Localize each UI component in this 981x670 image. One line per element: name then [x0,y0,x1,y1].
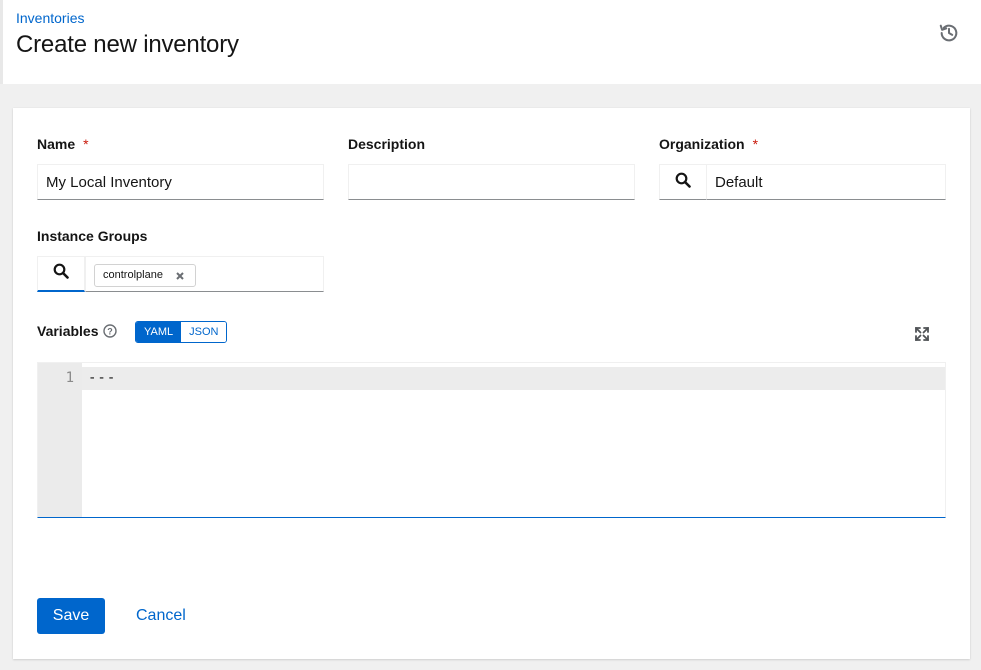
save-button[interactable]: Save [37,598,105,634]
search-icon [675,172,691,193]
chip-controlplane: controlplane [94,264,196,287]
organization-lookup-button[interactable] [659,164,707,200]
history-icon[interactable] [938,22,960,44]
cancel-button[interactable]: Cancel [136,598,186,634]
organization-input[interactable] [706,164,946,200]
svg-text:?: ? [107,327,113,337]
description-input[interactable] [348,164,635,200]
name-required-mark: * [83,136,89,152]
close-icon[interactable] [173,269,187,283]
chip-label: controlplane [103,269,163,281]
instance-groups-lookup-button[interactable] [37,256,85,292]
help-icon[interactable]: ? [102,324,117,338]
expand-icon[interactable] [914,326,930,342]
name-label-text: Name [37,136,76,152]
description-label-text: Description [348,136,426,152]
toggle-yaml[interactable]: YAML [136,322,182,342]
organization-label-text: Organization [659,136,745,152]
variables-label-text: Variables [37,323,99,339]
instance-groups-label: Instance Groups [37,228,147,244]
breadcrumb-inventories[interactable]: Inventories [16,10,84,26]
organization-label: Organization * [659,136,758,152]
variables-mode-toggle: YAML JSON [135,321,228,343]
instance-groups-label-text: Instance Groups [37,228,148,244]
organization-required-mark: * [752,136,759,152]
editor-gutter: 1 [38,363,82,517]
page-title: Create new inventory [16,31,239,58]
variables-label: Variables ? [37,323,117,339]
line-number: 1 [65,370,74,386]
page-header: Inventories Create new inventory [0,0,981,84]
search-icon [53,263,69,284]
name-input[interactable] [37,164,324,200]
form-card: Name * Description Organization * Instance… [13,108,970,659]
variables-code-editor[interactable]: 1 --- [37,362,946,518]
active-line-highlight [82,367,945,390]
code-line: --- [88,370,117,386]
toggle-json[interactable]: JSON [181,322,227,342]
description-label: Description [348,136,425,152]
instance-groups-chip-group: controlplane [85,256,324,292]
name-label: Name * [37,136,89,152]
